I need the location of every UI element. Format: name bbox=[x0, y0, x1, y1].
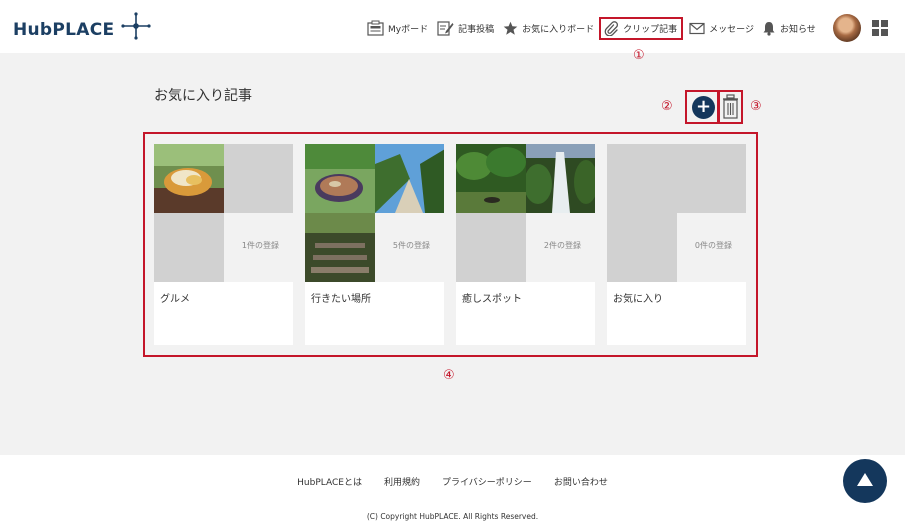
thumbnail-image bbox=[456, 144, 526, 213]
thumbnail-image bbox=[305, 213, 375, 282]
folder-name: お気に入り bbox=[613, 294, 663, 305]
thumbnail-placeholder bbox=[607, 144, 677, 213]
copyright: (C) Copyright HubPLACE. All Rights Reser… bbox=[366, 512, 539, 521]
folder-thumbnails: 1件の登録 bbox=[154, 144, 293, 282]
add-folder-button[interactable]: + bbox=[692, 96, 715, 119]
nav-label: メッセージ bbox=[709, 24, 754, 35]
folder-card-healing-spots[interactable]: 2件の登録 癒しスポット bbox=[456, 144, 595, 345]
folder-name: グルメ bbox=[160, 294, 190, 305]
trash-icon[interactable] bbox=[720, 92, 741, 122]
footer-links: HubPLACEとは 利用規約 プライバシーポリシー お問い合わせ bbox=[0, 475, 905, 488]
thumbnail-image bbox=[154, 144, 224, 213]
pen-icon bbox=[437, 21, 454, 36]
folder-name: 行きたい場所 bbox=[311, 294, 371, 305]
thumbnail-placeholder bbox=[154, 213, 224, 282]
nav-messages[interactable]: メッセージ bbox=[689, 22, 754, 35]
folder-count: 0件の登録 bbox=[694, 241, 732, 250]
delete-highlight bbox=[718, 90, 743, 124]
nav-my-board[interactable]: Myボード bbox=[367, 20, 428, 36]
logo-text: HubPLACE bbox=[13, 20, 115, 40]
footer-link-contact[interactable]: お問い合わせ bbox=[554, 475, 608, 488]
folder-grid: 1件の登録 グルメ 5件の登録 行きたい場所 2件の登録 癒しスポット 0件の登… bbox=[143, 132, 758, 357]
folder-count: 5件の登録 bbox=[392, 241, 430, 250]
folder-card-favorites[interactable]: 0件の登録 お気に入り bbox=[607, 144, 746, 345]
nav-label: クリップ記事 bbox=[623, 24, 678, 35]
annotation-marker-3: ③ bbox=[750, 99, 762, 114]
annotation-marker-4: ④ bbox=[443, 368, 455, 383]
add-folder-highlight: + bbox=[685, 90, 719, 124]
logo[interactable]: HubPLACE bbox=[13, 12, 152, 45]
triangle-up-icon bbox=[857, 473, 873, 486]
star-icon bbox=[503, 21, 518, 35]
thumbnail-placeholder bbox=[223, 144, 293, 213]
main-nav: Myボード 記事投稿 お気に入りボード クリップ記事 メッセージ お知らせ bbox=[367, 16, 825, 40]
nav-notifications[interactable]: お知らせ bbox=[762, 21, 816, 36]
thumbnail-placeholder bbox=[676, 144, 746, 213]
page-title: お気に入り記事 bbox=[154, 88, 252, 104]
nav-post-article[interactable]: 記事投稿 bbox=[437, 20, 494, 36]
footer-link-about[interactable]: HubPLACEとは bbox=[297, 475, 362, 488]
nav-label: Myボード bbox=[388, 24, 429, 35]
annotation-marker-1: ① bbox=[633, 48, 645, 63]
nav-clip-articles[interactable]: クリップ記事 bbox=[599, 16, 684, 40]
folder-name: 癒しスポット bbox=[462, 294, 522, 305]
nav-favorite-board[interactable]: お気に入りボード bbox=[503, 21, 594, 36]
folder-thumbnails: 5件の登録 bbox=[305, 144, 444, 282]
thumbnail-placeholder bbox=[456, 213, 526, 282]
folder-count: 1件の登録 bbox=[241, 241, 279, 250]
footer-link-privacy[interactable]: プライバシーポリシー bbox=[442, 475, 532, 488]
folder-card-places-to-go[interactable]: 5件の登録 行きたい場所 bbox=[305, 144, 444, 345]
user-avatar[interactable] bbox=[833, 14, 861, 42]
paperclip-icon bbox=[604, 20, 619, 36]
board-icon bbox=[367, 20, 384, 36]
nav-label: お気に入りボード bbox=[522, 24, 595, 35]
thumbnail-image bbox=[305, 144, 375, 213]
thumbnail-placeholder bbox=[607, 213, 677, 282]
folder-card-gourmet[interactable]: 1件の登録 グルメ bbox=[154, 144, 293, 345]
footer: HubPLACEとは 利用規約 プライバシーポリシー お問い合わせ (C) Co… bbox=[0, 455, 905, 526]
app-grid-icon[interactable] bbox=[872, 20, 888, 36]
envelope-icon bbox=[689, 22, 705, 34]
bell-icon bbox=[763, 21, 775, 36]
footer-link-terms[interactable]: 利用規約 bbox=[384, 475, 420, 488]
folder-thumbnails: 0件の登録 bbox=[607, 144, 746, 282]
folder-count: 2件の登録 bbox=[543, 241, 581, 250]
header: HubPLACE Myボード 記事投稿 お気に入りボード クリップ記事 メッセー… bbox=[0, 0, 905, 53]
logo-mark-icon bbox=[121, 12, 152, 40]
thumbnail-image bbox=[374, 144, 444, 213]
nav-label: 記事投稿 bbox=[458, 24, 495, 35]
scroll-to-top-button[interactable] bbox=[843, 459, 887, 503]
nav-label: お知らせ bbox=[779, 24, 816, 35]
annotation-marker-2: ② bbox=[661, 99, 673, 114]
thumbnail-image bbox=[525, 144, 595, 213]
folder-thumbnails: 2件の登録 bbox=[456, 144, 595, 282]
